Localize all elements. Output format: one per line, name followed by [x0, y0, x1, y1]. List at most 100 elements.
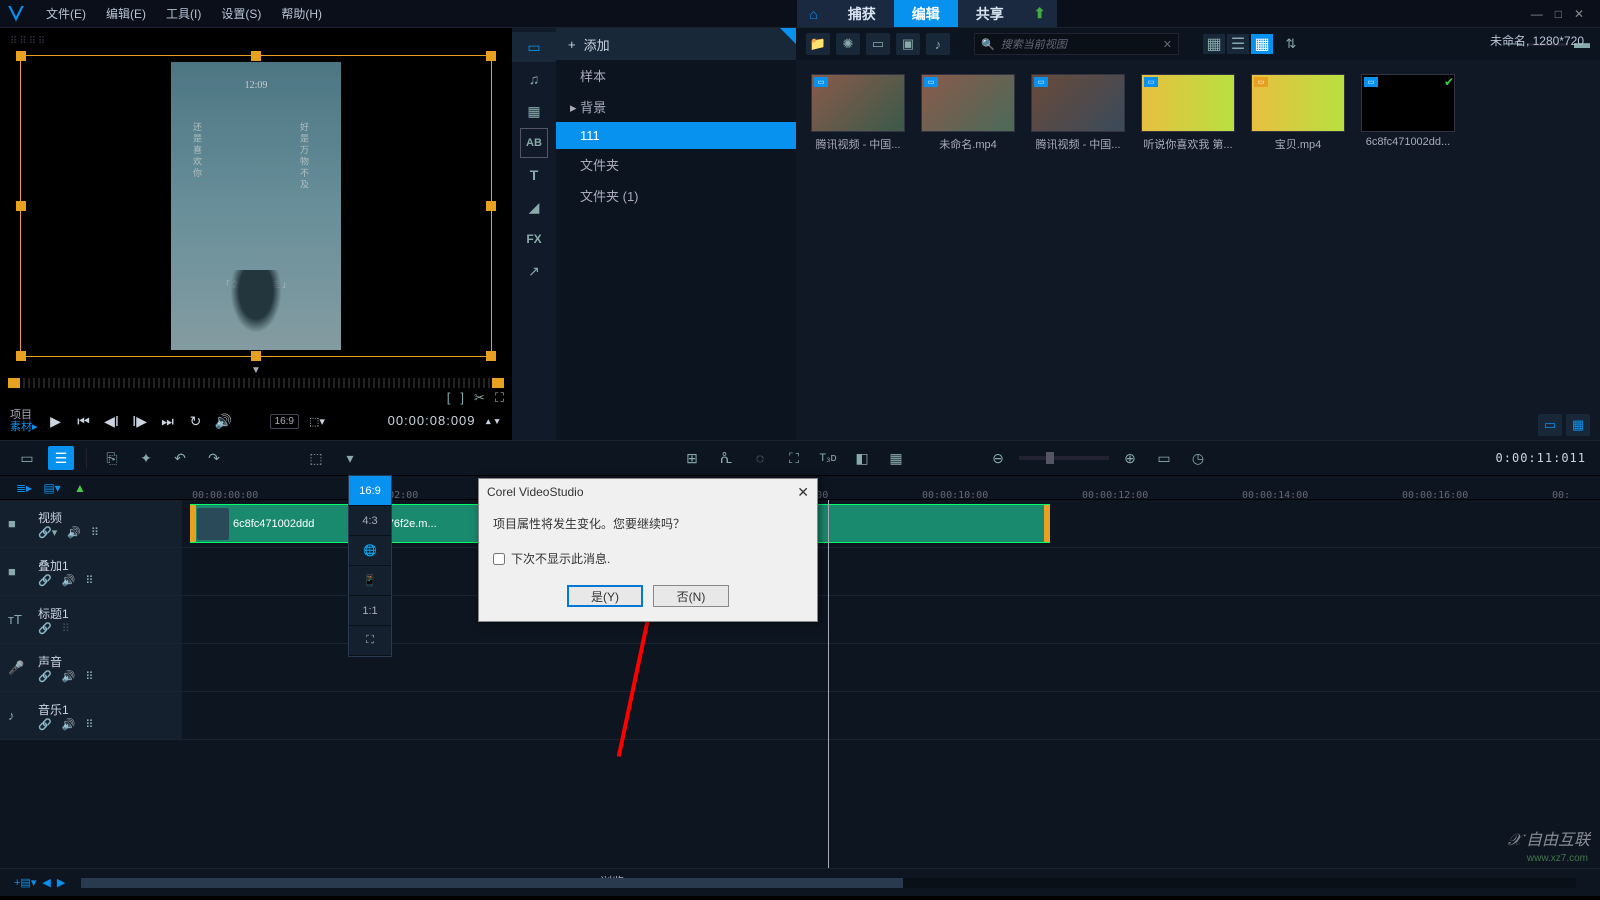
track-voice-content[interactable]	[182, 644, 1600, 691]
lib-fx-button[interactable]: FX	[512, 224, 556, 254]
filter-photo-button[interactable]: ▣	[896, 33, 920, 55]
tl-mask-button[interactable]: ◧	[849, 446, 875, 470]
tab-share[interactable]: 共享	[958, 0, 1022, 27]
panel-handle[interactable]: ⠿⠿⠿⠿	[6, 36, 506, 47]
view-large-button[interactable]: ▦	[1203, 34, 1225, 54]
maximize-button[interactable]: □	[1555, 7, 1562, 21]
filter-video-button[interactable]: ▭	[866, 33, 890, 55]
track-title-content[interactable]	[182, 596, 1600, 643]
timeline-view-button[interactable]: ☰	[48, 446, 74, 470]
aspect-badge[interactable]: 16:9	[270, 414, 299, 429]
crop-icon[interactable]: ⬚▾	[307, 411, 327, 431]
scrub-bar[interactable]	[8, 378, 504, 388]
track-music-content[interactable]	[182, 692, 1600, 739]
no-button[interactable]: 否(N)	[653, 585, 729, 607]
tab-home[interactable]: ⌂	[797, 0, 829, 27]
folder-background[interactable]: ▸ 背景	[556, 91, 796, 122]
clear-search-icon[interactable]: ✕	[1163, 38, 1172, 51]
h-scrollbar[interactable]	[81, 878, 1576, 888]
go-start-button[interactable]: ⏮	[74, 411, 94, 431]
aspect-4-3[interactable]: 4:3	[349, 506, 391, 536]
view-list-button[interactable]: ☰	[1227, 34, 1249, 54]
aspect-phone[interactable]: 📱	[349, 566, 391, 596]
scroll-right-button[interactable]: ▶	[57, 876, 65, 889]
tl-up-button[interactable]: ▲	[70, 479, 90, 497]
menu-settings[interactable]: 设置(S)	[211, 5, 271, 22]
lib-text-button[interactable]: T	[512, 160, 556, 190]
media-item[interactable]: ▭✔ 6c8fc471002dd...	[1360, 74, 1456, 152]
tl-pan-zoom-button[interactable]: ⛶	[781, 446, 807, 470]
redo-button[interactable]: ↷	[201, 446, 227, 470]
track-video-content[interactable]: 6c8fc471002ddd 56338276f2e.m...	[182, 500, 1600, 547]
tl-settings-button[interactable]: ◷	[1185, 446, 1211, 470]
aspect-custom[interactable]: ⛶	[349, 626, 391, 656]
lib-path-button[interactable]: ↗	[512, 256, 556, 286]
tl-3d-title-button[interactable]: T₃ᴅ	[815, 446, 841, 470]
storyboard-view-button[interactable]: ▭	[14, 446, 40, 470]
aspect-1-1[interactable]: 1:1	[349, 596, 391, 626]
mode-material[interactable]: 素材▸	[10, 421, 38, 433]
tl-record-button[interactable]: ⬚	[303, 446, 329, 470]
view-grid-button[interactable]: ▦	[1251, 34, 1273, 54]
scroll-left-button[interactable]: ◀	[42, 876, 50, 889]
lib-graphic-button[interactable]: ◢	[512, 192, 556, 222]
dialog-close-button[interactable]: ✕	[797, 484, 809, 501]
step-fwd-button[interactable]: Ⅰ▶	[130, 411, 150, 431]
folder-111[interactable]: 111	[556, 122, 796, 149]
media-item[interactable]: ▭ 听说你喜欢我 第...	[1140, 74, 1236, 152]
sort-button[interactable]: ⇅	[1279, 33, 1303, 55]
mark-out-icon[interactable]: ]	[460, 390, 464, 406]
menu-file[interactable]: 文件(E)	[36, 5, 96, 22]
lib-title-button[interactable]: AB	[520, 128, 548, 158]
play-button[interactable]: ▶	[46, 411, 66, 431]
yes-button[interactable]: 是(Y)	[567, 585, 643, 607]
cut-icon[interactable]: ✂	[474, 390, 485, 406]
aspect-globe[interactable]: 🌐	[349, 536, 391, 566]
capture-button[interactable]: ✺	[836, 33, 860, 55]
tl-grid-button[interactable]: ⊞	[679, 446, 705, 470]
tl-speed-button[interactable]: ᕅ	[713, 446, 739, 470]
media-item[interactable]: ▭ 未命名.mp4	[920, 74, 1016, 152]
filter-audio-button[interactable]: ♪	[926, 33, 950, 55]
close-button[interactable]: ✕	[1574, 7, 1584, 21]
step-back-button[interactable]: ◀Ⅰ	[102, 411, 122, 431]
go-end-button[interactable]: ⏭	[158, 411, 178, 431]
tl-tools-button[interactable]: ✦	[133, 446, 159, 470]
lib-media-button[interactable]: ▭	[512, 32, 556, 62]
add-track-button[interactable]: +▤▾	[14, 876, 36, 889]
track-link-icon[interactable]: 🔗▾	[38, 526, 57, 539]
mode-project[interactable]: 项目	[10, 409, 38, 421]
minimize-button[interactable]: —	[1531, 7, 1543, 21]
track-overlay-content[interactable]	[182, 548, 1600, 595]
zoom-out-button[interactable]: ⊖	[985, 446, 1011, 470]
track-mute-icon[interactable]: 🔊	[67, 526, 81, 539]
expand-icon[interactable]: ⛶	[495, 390, 504, 406]
folder-custom2[interactable]: 文件夹 (1)	[556, 180, 796, 211]
undo-button[interactable]: ↶	[167, 446, 193, 470]
mark-in-icon[interactable]: [	[447, 390, 451, 406]
tl-expand-button[interactable]: ▤▾	[42, 479, 62, 497]
tl-collapse-button[interactable]: ≣▸	[14, 479, 34, 497]
folder-samples[interactable]: 样本	[556, 60, 796, 91]
playhead[interactable]	[828, 500, 829, 868]
menu-edit[interactable]: 编辑(E)	[96, 5, 156, 22]
checkbox-input[interactable]	[493, 553, 505, 565]
fit-timeline-button[interactable]: ▭	[1151, 446, 1177, 470]
tl-copy-button[interactable]: ⎘	[99, 446, 125, 470]
dont-show-checkbox[interactable]: 下次不显示此消息.	[493, 550, 803, 567]
zoom-slider[interactable]	[1019, 456, 1109, 460]
add-folder-button[interactable]: + 添加	[556, 28, 796, 60]
media-item[interactable]: ▭ 腾讯视频 - 中国...	[1030, 74, 1126, 152]
search-input[interactable]: 🔍 搜索当前视图 ✕	[974, 33, 1179, 55]
folder-custom1[interactable]: 文件夹	[556, 149, 796, 180]
scrub-in[interactable]	[8, 378, 20, 388]
tl-track-motion-button[interactable]: ◌	[747, 446, 773, 470]
media-item[interactable]: ▭ 宝贝.mp4	[1250, 74, 1346, 152]
tab-upload[interactable]: ⬆	[1022, 0, 1058, 27]
lib-panel-btn-1[interactable]: ▭	[1538, 414, 1562, 436]
tab-edit[interactable]: 编辑	[894, 0, 958, 27]
lib-transition-button[interactable]: ▦	[512, 96, 556, 126]
menu-help[interactable]: 帮助(H)	[271, 5, 332, 22]
scrub-out[interactable]	[492, 378, 504, 388]
loop-button[interactable]: ↻	[186, 411, 206, 431]
